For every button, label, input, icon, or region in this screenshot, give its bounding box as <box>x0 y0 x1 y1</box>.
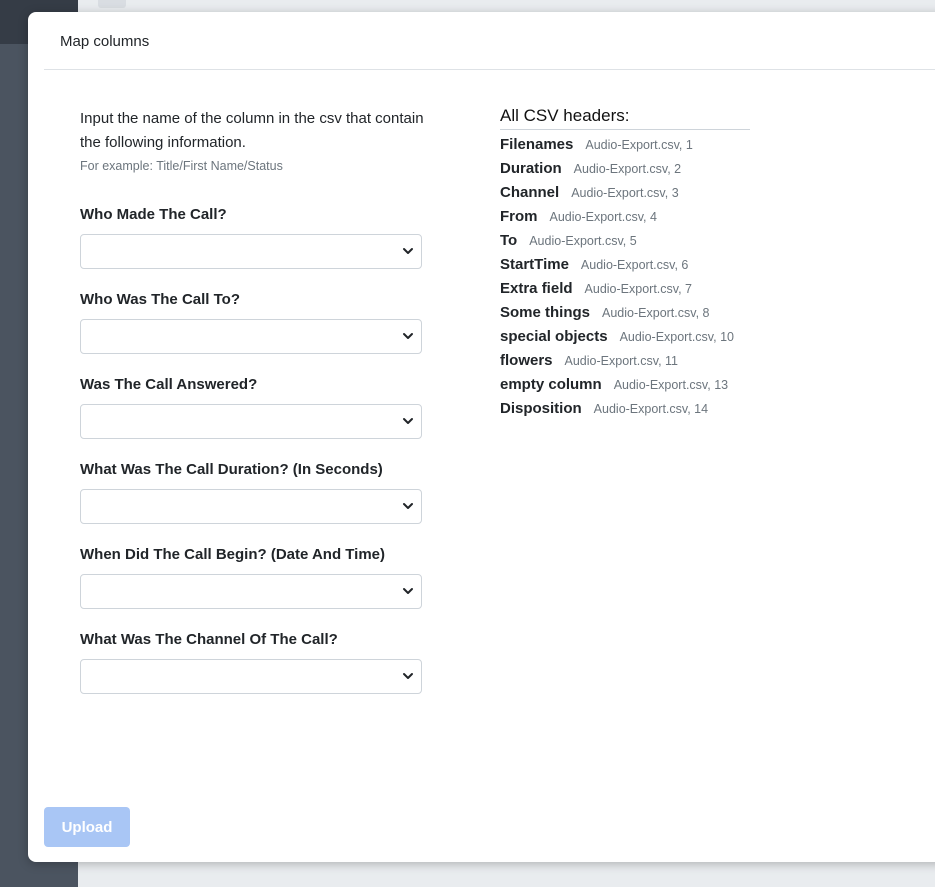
list-item: Disposition Audio-Export.csv, 14 <box>500 397 734 421</box>
select-answered[interactable] <box>80 404 422 439</box>
field-label-caller: Who Made The Call? <box>80 206 227 223</box>
chevron-down-icon <box>403 333 413 339</box>
csv-header-name: Channel <box>500 184 560 201</box>
list-item: Some things Audio-Export.csv, 8 <box>500 301 734 325</box>
csv-headers-list: Filenames Audio-Export.csv, 1 Duration Aud… <box>500 133 734 421</box>
csv-header-source: Audio-Export.csv, 8 <box>602 306 710 320</box>
select-channel[interactable] <box>80 659 422 694</box>
csv-header-name: To <box>500 232 518 249</box>
chevron-down-icon <box>403 248 413 254</box>
csv-header-name: Disposition <box>500 400 582 417</box>
select-duration[interactable] <box>80 489 422 524</box>
field-label-answered: Was The Call Answered? <box>80 376 258 393</box>
csv-header-name: StartTime <box>500 256 569 273</box>
csv-headers-divider <box>500 129 750 130</box>
field-label-duration: What Was The Call Duration? (In Seconds) <box>80 461 383 478</box>
csv-header-name: empty column <box>500 376 602 393</box>
select-start-time[interactable] <box>80 574 422 609</box>
list-item: empty column Audio-Export.csv, 13 <box>500 373 734 397</box>
field-label-channel: What Was The Channel Of The Call? <box>80 631 338 648</box>
list-item: To Audio-Export.csv, 5 <box>500 229 734 253</box>
csv-header-name: From <box>500 208 538 225</box>
csv-header-source: Audio-Export.csv, 5 <box>529 234 637 248</box>
list-item: flowers Audio-Export.csv, 11 <box>500 349 734 373</box>
csv-headers-title: All CSV headers: <box>500 106 630 125</box>
csv-header-name: Some things <box>500 304 591 321</box>
csv-header-source: Audio-Export.csv, 1 <box>585 138 693 152</box>
csv-header-source: Audio-Export.csv, 10 <box>619 330 734 344</box>
field-label-callee: Who Was The Call To? <box>80 291 240 308</box>
modal-header: Map columns <box>28 12 935 69</box>
csv-header-source: Audio-Export.csv, 2 <box>573 162 682 176</box>
csv-header-name: Filenames <box>500 136 574 153</box>
csv-header-source: Audio-Export.csv, 11 <box>564 354 678 368</box>
chevron-down-icon <box>403 673 413 679</box>
csv-header-source: Audio-Export.csv, 13 <box>613 378 729 392</box>
select-caller[interactable] <box>80 234 422 269</box>
list-item: StartTime Audio-Export.csv, 6 <box>500 253 734 277</box>
modal-title: Map columns <box>60 33 150 50</box>
list-item: Channel Audio-Export.csv, 3 <box>500 181 734 205</box>
upload-button[interactable]: Upload <box>44 807 130 847</box>
csv-header-source: Audio-Export.csv, 7 <box>584 282 692 296</box>
example-hint: For example: Title/First Name/Status <box>80 159 283 173</box>
csv-header-source: Audio-Export.csv, 4 <box>549 210 657 224</box>
map-columns-modal: Map columns Input the name of the column… <box>28 12 935 862</box>
list-item: Duration Audio-Export.csv, 2 <box>500 157 734 181</box>
backdrop-ghost-element <box>98 0 126 8</box>
header-divider <box>44 69 935 70</box>
chevron-down-icon <box>403 503 413 509</box>
instructions-text: Input the name of the column in the csv … <box>80 110 424 151</box>
list-item: Filenames Audio-Export.csv, 1 <box>500 133 734 157</box>
csv-header-name: Extra field <box>500 280 573 297</box>
chevron-down-icon <box>403 588 413 594</box>
csv-header-source: Audio-Export.csv, 3 <box>571 186 679 200</box>
csv-header-source: Audio-Export.csv, 14 <box>593 402 709 416</box>
list-item: special objects Audio-Export.csv, 10 <box>500 325 734 349</box>
list-item: Extra field Audio-Export.csv, 7 <box>500 277 734 301</box>
csv-header-source: Audio-Export.csv, 6 <box>580 258 689 272</box>
chevron-down-icon <box>403 418 413 424</box>
field-label-start-time: When Did The Call Begin? (Date And Time) <box>80 546 386 563</box>
csv-header-name: flowers <box>500 352 553 369</box>
list-item: From Audio-Export.csv, 4 <box>500 205 734 229</box>
select-callee[interactable] <box>80 319 422 354</box>
csv-header-name: special objects <box>500 328 608 345</box>
csv-header-name: Duration <box>500 160 562 177</box>
